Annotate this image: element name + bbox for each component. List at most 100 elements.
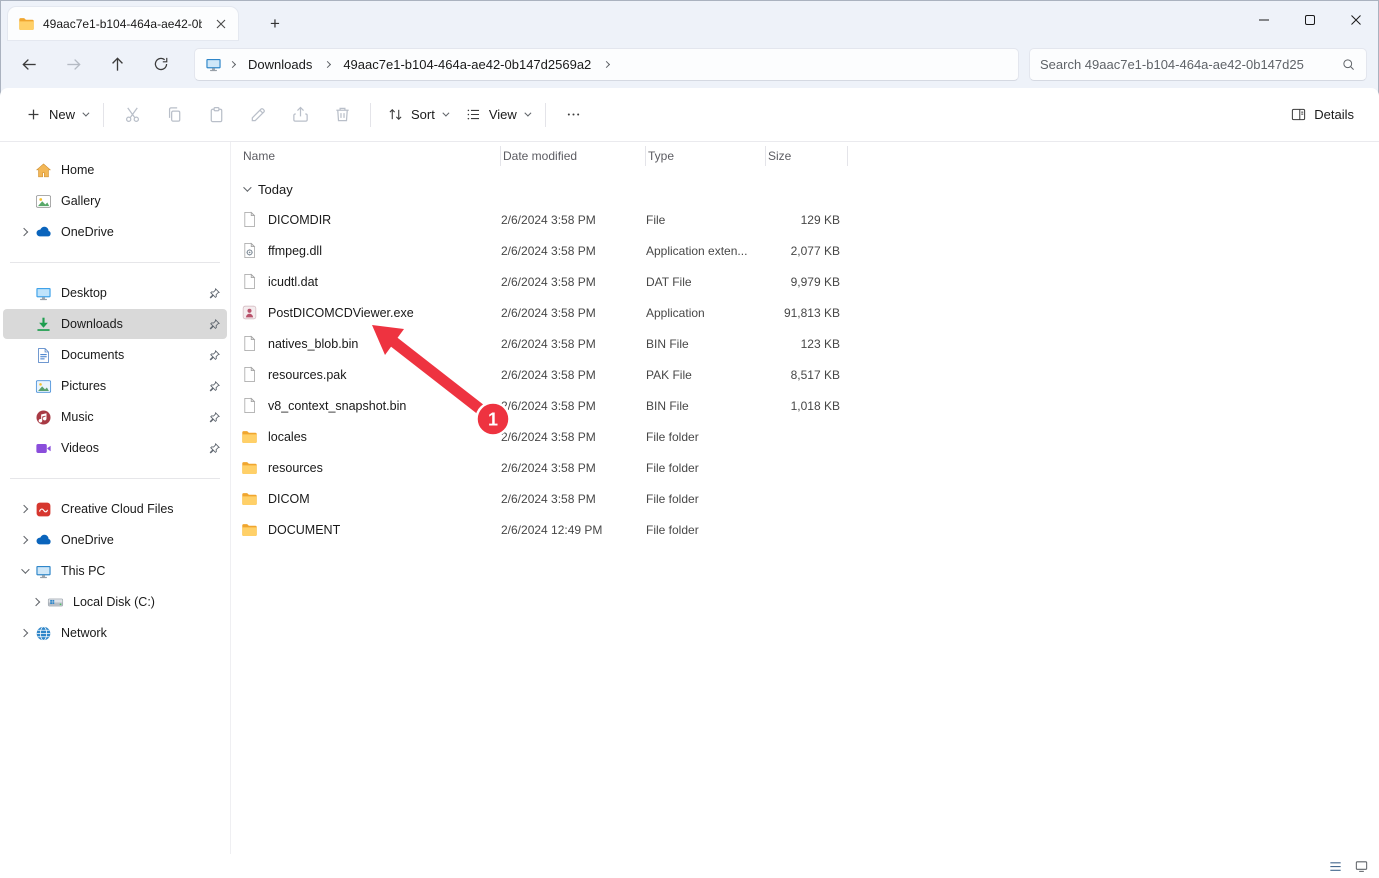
more-options-button[interactable] xyxy=(553,97,595,133)
rename-button[interactable] xyxy=(237,97,279,133)
search-box[interactable] xyxy=(1029,48,1367,81)
sidebar-item[interactable]: This PC xyxy=(3,556,227,586)
chevron-down-icon[interactable] xyxy=(243,183,251,191)
file-icon xyxy=(241,273,258,290)
address-bar[interactable]: Downloads 49aac7e1-b104-464a-ae42-0b147d… xyxy=(194,48,1019,81)
sidebar-item[interactable]: Music xyxy=(3,402,227,432)
file-row[interactable]: icudtl.dat 2/6/2024 3:58 PM DAT File 9,9… xyxy=(231,266,1379,297)
sidebar-item[interactable]: Downloads xyxy=(3,309,227,339)
paste-button[interactable] xyxy=(195,97,237,133)
column-header-size[interactable]: Size xyxy=(766,146,848,166)
file-row[interactable]: v8_context_snapshot.bin 2/6/2024 3:58 PM… xyxy=(231,390,1379,421)
plus-icon xyxy=(25,106,42,123)
new-tab-button[interactable]: + xyxy=(262,11,288,37)
maximize-button[interactable] xyxy=(1287,0,1333,40)
sidebar-item[interactable]: Pictures xyxy=(3,371,227,401)
file-date-modified: 2/6/2024 3:58 PM xyxy=(501,213,646,227)
sidebar-item-label: Gallery xyxy=(61,194,201,208)
file-row[interactable]: resources 2/6/2024 3:58 PM File folder xyxy=(231,452,1379,483)
sidebar-item[interactable]: OneDrive xyxy=(3,217,227,247)
back-button[interactable] xyxy=(12,48,46,80)
minimize-button[interactable] xyxy=(1241,0,1287,40)
share-button[interactable] xyxy=(279,97,321,133)
chevron-right-icon[interactable] xyxy=(603,60,610,67)
file-row[interactable]: natives_blob.bin 2/6/2024 3:58 PM BIN Fi… xyxy=(231,328,1379,359)
file-name: locales xyxy=(268,430,307,444)
title-bar: 49aac7e1-b104-464a-ae42-0b1 + xyxy=(0,0,1379,40)
documents-icon xyxy=(35,347,52,364)
file-row[interactable]: DICOM 2/6/2024 3:58 PM File folder xyxy=(231,483,1379,514)
delete-button[interactable] xyxy=(321,97,363,133)
this-pc-icon xyxy=(35,563,52,580)
file-name: DICOM xyxy=(268,492,310,506)
column-header-type[interactable]: Type xyxy=(646,146,766,166)
file-type: Application xyxy=(646,306,766,320)
explorer-tab[interactable]: 49aac7e1-b104-464a-ae42-0b1 xyxy=(8,7,238,40)
chevron-right-icon[interactable] xyxy=(13,506,35,512)
up-button[interactable] xyxy=(100,48,134,80)
sort-icon xyxy=(387,106,404,123)
chevron-down-icon[interactable] xyxy=(13,568,35,574)
sidebar-item[interactable]: Network xyxy=(3,618,227,648)
file-date-modified: 2/6/2024 3:58 PM xyxy=(501,399,646,413)
sidebar-item[interactable]: Local Disk (C:) xyxy=(3,587,227,617)
file-date-modified: 2/6/2024 3:58 PM xyxy=(501,306,646,320)
sidebar-item[interactable]: Documents xyxy=(3,340,227,370)
sidebar-item[interactable]: OneDrive xyxy=(3,525,227,555)
navigation-pane: Home Gallery OneDrive xyxy=(0,142,230,854)
file-row[interactable]: PostDICOMCDViewer.exe 2/6/2024 3:58 PM A… xyxy=(231,297,1379,328)
file-size: 129 KB xyxy=(766,213,848,227)
breadcrumb-current-folder[interactable]: 49aac7e1-b104-464a-ae42-0b147d2569a2 xyxy=(336,53,598,76)
desktop-icon xyxy=(35,285,52,302)
sidebar-separator xyxy=(10,478,220,479)
file-date-modified: 2/6/2024 12:49 PM xyxy=(501,523,646,537)
chevron-right-icon[interactable] xyxy=(25,599,47,605)
music-icon xyxy=(35,409,52,426)
file-row[interactable]: resources.pak 2/6/2024 3:58 PM PAK File … xyxy=(231,359,1379,390)
file-icon xyxy=(241,335,258,352)
sidebar-item[interactable]: Videos xyxy=(3,433,227,463)
group-header-today[interactable]: Today xyxy=(231,174,1379,204)
refresh-button[interactable] xyxy=(144,48,178,80)
file-date-modified: 2/6/2024 3:58 PM xyxy=(501,430,646,444)
gallery-icon xyxy=(35,193,52,210)
file-size: 8,517 KB xyxy=(766,368,848,382)
file-type: PAK File xyxy=(646,368,766,382)
sidebar-item[interactable]: Desktop xyxy=(3,278,227,308)
view-button[interactable]: View xyxy=(456,99,538,130)
close-button[interactable] xyxy=(1333,0,1379,40)
navigation-bar: Downloads 49aac7e1-b104-464a-ae42-0b147d… xyxy=(0,40,1379,88)
column-header-name[interactable]: Name xyxy=(241,146,501,166)
sidebar-item-label: Network xyxy=(61,626,201,640)
pin-icon xyxy=(201,440,227,456)
tab-close-icon[interactable] xyxy=(210,13,232,35)
sort-button[interactable]: Sort xyxy=(378,99,456,130)
details-button[interactable]: Details xyxy=(1281,99,1363,130)
file-row[interactable]: DOCUMENT 2/6/2024 12:49 PM File folder xyxy=(231,514,1379,545)
file-type: File folder xyxy=(646,492,766,506)
cut-button[interactable] xyxy=(111,97,153,133)
toolbar-divider xyxy=(103,103,104,127)
sidebar-item[interactable]: Creative Cloud Files xyxy=(3,494,227,524)
new-button[interactable]: New xyxy=(16,99,96,130)
delete-icon xyxy=(333,105,352,124)
chevron-right-icon[interactable] xyxy=(13,630,35,636)
sidebar-item[interactable]: Gallery xyxy=(3,186,227,216)
search-input[interactable] xyxy=(1040,57,1333,72)
chevron-right-icon[interactable] xyxy=(13,537,35,543)
details-view-toggle[interactable] xyxy=(1325,857,1345,875)
sidebar-item[interactable]: Home xyxy=(3,155,227,185)
folder-icon xyxy=(241,428,258,445)
large-icons-view-toggle[interactable] xyxy=(1351,857,1371,875)
explorer-body: New Sort View xyxy=(0,88,1379,878)
forward-button[interactable] xyxy=(56,48,90,80)
chevron-right-icon[interactable] xyxy=(13,229,35,235)
column-header-date-modified[interactable]: Date modified xyxy=(501,146,646,166)
file-row[interactable]: DICOMDIR 2/6/2024 3:58 PM File 129 KB xyxy=(231,204,1379,235)
share-icon xyxy=(291,105,310,124)
file-row[interactable]: locales 2/6/2024 3:58 PM File folder xyxy=(231,421,1379,452)
copy-button[interactable] xyxy=(153,97,195,133)
breadcrumb-downloads[interactable]: Downloads xyxy=(241,53,319,76)
file-row[interactable]: ffmpeg.dll 2/6/2024 3:58 PM Application … xyxy=(231,235,1379,266)
paste-icon xyxy=(207,105,226,124)
